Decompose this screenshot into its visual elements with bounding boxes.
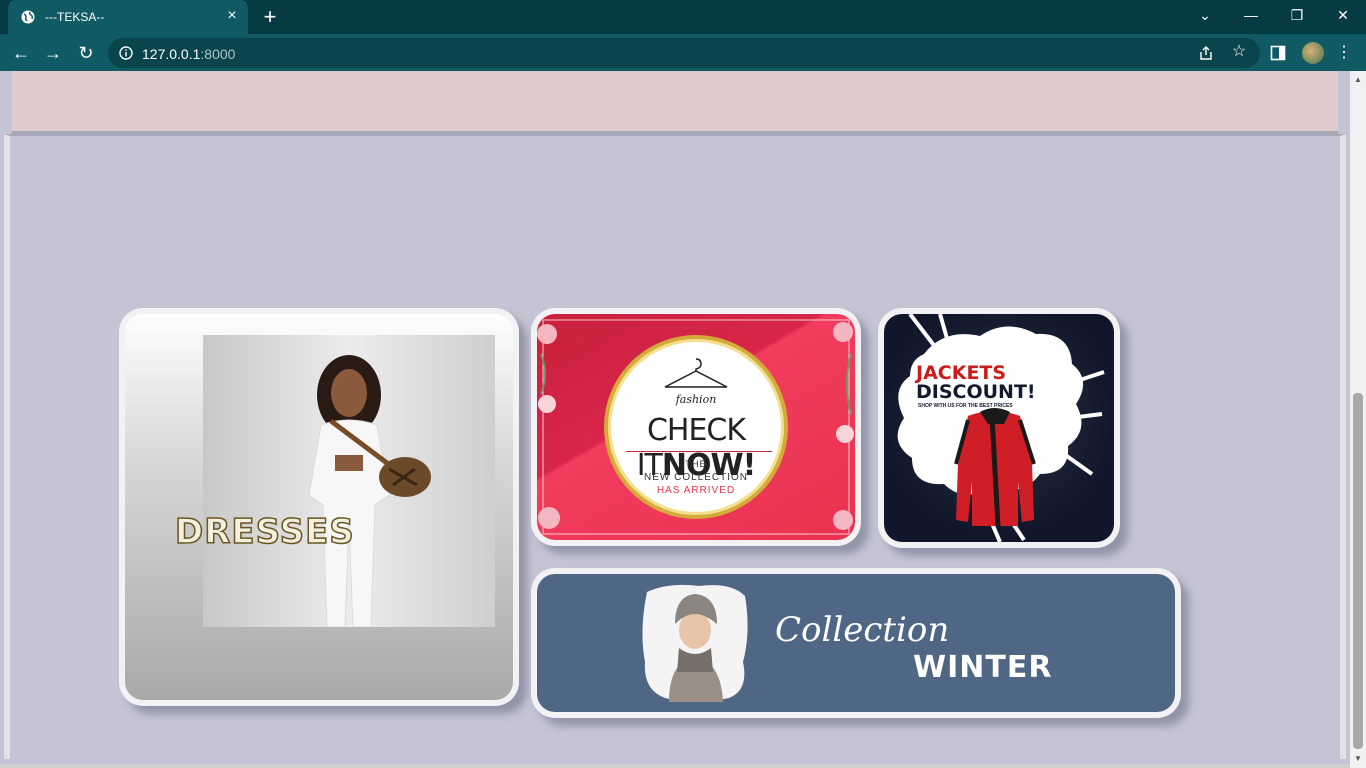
headline-divider [626, 451, 772, 452]
url-host: 127.0.0.1 [142, 46, 201, 62]
scroll-up-arrow-icon[interactable]: ▲ [1350, 75, 1366, 85]
url-port: :8000 [200, 46, 236, 62]
close-tab-icon[interactable]: × [224, 8, 240, 24]
tab-strip: ---TEKSA-- × + ⌄ — ❐ ✕ [0, 0, 1366, 34]
collection-line-3: HAS ARRIVED [656, 485, 736, 496]
collection-line-1: THE [685, 459, 707, 469]
discount-title: DISCOUNT! [916, 381, 1036, 403]
check-it-now-card-inner: fashion CHECK ITNOW! THE NEW COLLECTION … [537, 314, 855, 540]
dresses-card-inner: DRESSES [125, 314, 513, 700]
bookmark-star-icon[interactable]: ☆ [1230, 43, 1248, 61]
dresses-label: DRESSES [174, 511, 355, 553]
jackets-discount-card[interactable]: JACKETS DISCOUNT! SHOP WITH US FOR THE B… [878, 308, 1120, 548]
hanger-icon [664, 358, 728, 388]
browser-tab[interactable]: ---TEKSA-- × [8, 0, 248, 34]
winter-card-inner: Collection WINTER [537, 574, 1175, 712]
header-band [12, 71, 1338, 134]
winter-title: WINTER [913, 650, 1053, 685]
check-it-now-card[interactable]: fashion CHECK ITNOW! THE NEW COLLECTION … [531, 308, 861, 546]
restore-button[interactable]: ❐ [1283, 4, 1311, 26]
tab-title: ---TEKSA-- [45, 10, 105, 24]
share-icon[interactable] [1198, 45, 1214, 61]
side-panel-icon[interactable] [1270, 45, 1286, 61]
check-it-now-badge: fashion CHECK ITNOW! THE NEW COLLECTION … [604, 335, 788, 519]
forward-button[interactable]: → [41, 41, 65, 65]
jackets-subtitle: SHOP WITH US FOR THE BEST PRICES [918, 403, 1013, 409]
winter-collection-card[interactable]: Collection WINTER [531, 568, 1181, 718]
info-icon[interactable] [119, 46, 133, 60]
back-button[interactable]: ← [9, 41, 33, 65]
profile-avatar[interactable] [1302, 42, 1324, 64]
reload-button[interactable]: ↻ [74, 41, 98, 65]
scroll-down-arrow-icon[interactable]: ▼ [1350, 754, 1366, 764]
collection-script: Collection [775, 610, 950, 650]
dresses-photo [203, 335, 495, 627]
tab-search-icon[interactable]: ⌄ [1191, 4, 1219, 26]
address-bar[interactable]: 127.0.0.1:8000 ☆ [108, 38, 1260, 68]
collections-section: DRESSES fashion CHECK ITNOW! THE NEW COL… [4, 134, 1346, 759]
collection-line-2: NEW COLLECTION [643, 472, 748, 483]
vertical-scrollbar[interactable]: ▲ ▼ [1350, 71, 1366, 768]
dresses-card[interactable]: DRESSES [119, 308, 519, 706]
globe-icon [21, 10, 35, 24]
fashion-brand: fashion [675, 393, 717, 406]
minimize-button[interactable]: — [1237, 4, 1265, 26]
model-figure-icon [308, 355, 431, 627]
speech-cloud-icon [897, 314, 1105, 542]
new-tab-button[interactable]: + [259, 6, 281, 28]
jackets-card-inner: JACKETS DISCOUNT! SHOP WITH US FOR THE B… [884, 314, 1114, 542]
scrollbar-thumb[interactable] [1353, 393, 1363, 749]
winter-model-photo [642, 584, 748, 702]
url-text[interactable]: 127.0.0.1:8000 [142, 46, 235, 62]
browser-toolbar: ← → ↻ 127.0.0.1:8000 ☆ ⋮ [0, 34, 1366, 71]
close-window-button[interactable]: ✕ [1329, 4, 1357, 26]
horizontal-scrollbar[interactable] [0, 764, 1350, 768]
browser-menu-icon[interactable]: ⋮ [1336, 42, 1352, 64]
page-viewport: DRESSES fashion CHECK ITNOW! THE NEW COL… [0, 71, 1350, 768]
